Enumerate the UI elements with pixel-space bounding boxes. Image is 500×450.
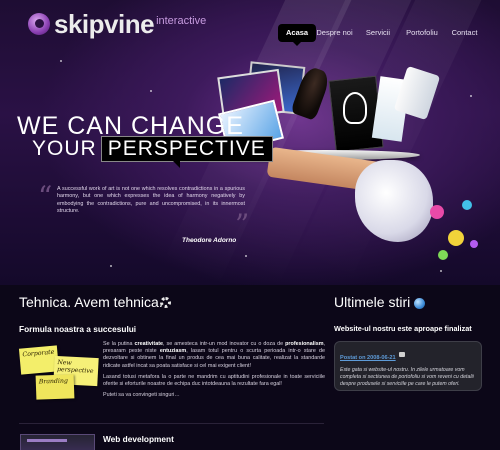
speech-pointer bbox=[170, 158, 180, 168]
star-decoration bbox=[470, 95, 472, 97]
hero-quote: A successful work of art is not one whic… bbox=[57, 186, 245, 214]
tehnica-link[interactable]: Puteti sa va convingeti singuri… bbox=[103, 392, 325, 399]
open-quote-icon: “ bbox=[38, 180, 53, 213]
hero-subheadline-plain: YOUR bbox=[32, 137, 97, 160]
color-splash bbox=[438, 250, 448, 260]
nav-item-acasa[interactable]: Acasa bbox=[278, 24, 317, 46]
hero-subheadline: YOUR PERSPECTIVE bbox=[32, 136, 273, 162]
text-run: Se la putina bbox=[103, 341, 135, 347]
postit-branding: Branding bbox=[35, 374, 75, 400]
tehnica-text: Se la putina creativitate, se amesteca i… bbox=[103, 341, 325, 403]
comment-icon[interactable] bbox=[398, 352, 405, 358]
tehnica-paragraph-2: Lasand totusi metafora la o parte ne man… bbox=[103, 373, 325, 388]
star-decoration bbox=[150, 90, 152, 92]
nav-item-servicii[interactable]: Servicii bbox=[362, 24, 394, 42]
news-text: Este gata si website-ul nostru. In zilel… bbox=[340, 367, 474, 387]
nav-item-despre-noi[interactable]: Despre noi bbox=[312, 24, 357, 42]
star-decoration bbox=[245, 255, 247, 257]
section-subtitle: Formula noastra a succesului bbox=[19, 324, 137, 334]
web-development-title: Web development bbox=[103, 434, 174, 444]
section-title-tehnica: Tehnica. Avem tehnica. bbox=[19, 294, 163, 310]
nav-item-contact[interactable]: Contact bbox=[447, 24, 482, 42]
main-nav: Acasa Despre noi Servicii Portofoliu Con… bbox=[0, 24, 500, 46]
star-decoration bbox=[440, 270, 442, 272]
web-development-thumbnail[interactable] bbox=[20, 434, 95, 450]
color-splash bbox=[462, 200, 472, 210]
text-emphasis: profesionalism bbox=[285, 341, 324, 347]
star-decoration bbox=[60, 60, 62, 62]
nav-item-portofoliu[interactable]: Portofoliu bbox=[402, 24, 442, 42]
color-splash bbox=[470, 240, 478, 248]
text-emphasis: creativitate bbox=[134, 341, 164, 347]
globe-icon bbox=[414, 298, 425, 309]
quote-author: Theodore Adorno bbox=[182, 237, 237, 244]
text-emphasis: entuziasm bbox=[159, 348, 187, 355]
star-decoration bbox=[110, 265, 112, 267]
section-title-news: Ultimele stiri bbox=[334, 294, 411, 310]
news-item-title[interactable]: Website-ul nostru este aproape finalizat bbox=[334, 324, 472, 333]
color-splash bbox=[448, 230, 464, 246]
lightbulb-icon bbox=[343, 92, 367, 124]
gear-icon bbox=[160, 297, 171, 308]
color-splash bbox=[430, 205, 444, 219]
news-item: Postat on 2008-06-21 Este gata si websit… bbox=[334, 341, 482, 391]
postit-notes-image: Corporate New perspective Branding bbox=[18, 343, 100, 401]
hero-subheadline-highlight: PERSPECTIVE bbox=[100, 136, 273, 162]
text-run: , se amesteca intr-un mod inovator cu o … bbox=[163, 341, 286, 347]
section-divider bbox=[19, 423, 324, 424]
tehnica-paragraph-1: Se la putina creativitate, se amesteca i… bbox=[103, 341, 325, 370]
news-date-link[interactable]: Postat on 2008-06-21 bbox=[340, 355, 396, 361]
